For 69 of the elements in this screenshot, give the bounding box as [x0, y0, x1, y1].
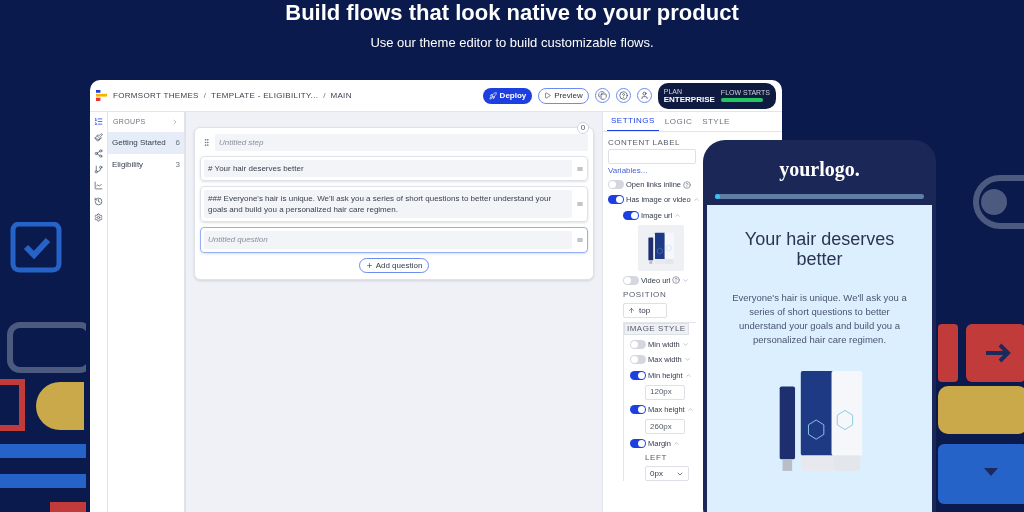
- toggle-switch[interactable]: [630, 404, 646, 414]
- breadcrumb-item[interactable]: TEMPLATE - ELIGIBILITY...: [210, 89, 319, 102]
- brand-logo: yourlogo.: [779, 157, 860, 183]
- app-logo-icon: [96, 90, 107, 101]
- settings-icon[interactable]: [94, 213, 103, 222]
- product-tubes-drawing: [646, 230, 676, 265]
- question-field[interactable]: ### Everyone's hair is unique. We'll ask you a series of short questions to better understand your goals and build you a personalized hair care regimen.: [204, 190, 572, 218]
- toggle-switch[interactable]: [608, 195, 624, 205]
- field-label: CONTENT LABEL: [608, 138, 681, 147]
- toggle-switch[interactable]: [623, 275, 639, 285]
- field-label: LEFT: [645, 453, 668, 463]
- hero-subtitle: Use our theme editor to build customizable flows.: [370, 34, 654, 52]
- question-card[interactable]: # Your hair deserves better: [200, 156, 588, 181]
- input-field[interactable]: 260px: [645, 419, 685, 434]
- settings-tab[interactable]: SETTINGS: [607, 112, 659, 131]
- breadcrumb-separator: /: [203, 89, 206, 102]
- settings-tab[interactable]: STYLE: [698, 112, 734, 131]
- help-icon[interactable]: [672, 276, 681, 285]
- variables-link[interactable]: Variables...: [608, 166, 648, 175]
- breadcrumb-separator: /: [323, 89, 326, 102]
- question-description: Everyone's hair is unique. We'll ask you a series of short questions to better understand your goals and build you a personalized hair care regimen.: [731, 291, 908, 347]
- group-item[interactable]: Getting Started 6: [108, 132, 184, 154]
- options-icon[interactable]: [576, 236, 584, 244]
- step-count-badge: 0: [577, 122, 589, 134]
- chevron-down-icon[interactable]: [682, 276, 690, 284]
- settings-tab[interactable]: LOGIC: [660, 112, 697, 131]
- play-icon: [544, 92, 552, 99]
- content-label-field[interactable]: [608, 149, 696, 164]
- input-field[interactable]: 120px: [645, 384, 685, 400]
- arrow-up-icon: [628, 307, 635, 314]
- select-field[interactable]: top: [623, 303, 667, 318]
- question-field[interactable]: # Your hair deserves better: [204, 160, 572, 177]
- chevron-up-icon[interactable]: [686, 405, 694, 413]
- question-card[interactable]: ### Everyone's hair is unique. We'll ask you a series of short questions to better understand your goals and build you a personalized hair care regimen.: [200, 186, 588, 222]
- toggle-switch[interactable]: [630, 370, 646, 380]
- section-tag: IMAGE STYLE: [624, 323, 689, 335]
- plus-icon: [365, 262, 373, 269]
- question-title: Your hair deserves better: [743, 229, 896, 269]
- chart-icon[interactable]: [94, 181, 103, 190]
- options-icon[interactable]: [576, 164, 584, 173]
- field-label: POSITION: [623, 290, 667, 299]
- chevron-down-icon[interactable]: [683, 356, 691, 364]
- chevron-up-icon[interactable]: [684, 371, 692, 379]
- help-icon[interactable]: [683, 180, 692, 189]
- deploy-button[interactable]: Deploy: [482, 87, 533, 104]
- breadcrumb-item[interactable]: MAIN: [330, 89, 352, 102]
- share-icon[interactable]: [94, 149, 103, 158]
- toggle-switch[interactable]: [608, 180, 624, 190]
- toggle-switch[interactable]: [630, 439, 646, 449]
- branch-icon[interactable]: [94, 165, 103, 174]
- group-item[interactable]: Eligibility 3: [108, 154, 184, 176]
- chevron-up-icon[interactable]: [674, 211, 682, 219]
- flow-starts-meter: [720, 98, 763, 102]
- brush-icon[interactable]: [94, 133, 103, 142]
- toggle-switch[interactable]: [630, 340, 646, 350]
- drag-handle-icon[interactable]: [202, 138, 211, 147]
- toggle-switch[interactable]: [623, 210, 639, 220]
- hero-title: Build flows that look native to your product: [285, 2, 739, 24]
- chevron-down-icon[interactable]: [681, 341, 689, 349]
- breadcrumb-item[interactable]: FORMSORT THEMES: [113, 89, 199, 102]
- history-icon[interactable]: [94, 197, 103, 206]
- chevron-right-icon[interactable]: [171, 118, 179, 126]
- options-icon[interactable]: [576, 200, 584, 208]
- select-field[interactable]: 0px: [645, 466, 689, 482]
- chevron-up-icon[interactable]: [672, 440, 680, 448]
- list-icon[interactable]: [94, 117, 103, 126]
- toggle-switch[interactable]: [630, 355, 646, 365]
- rocket-icon: [488, 91, 497, 100]
- chevron-up-icon[interactable]: [692, 196, 700, 204]
